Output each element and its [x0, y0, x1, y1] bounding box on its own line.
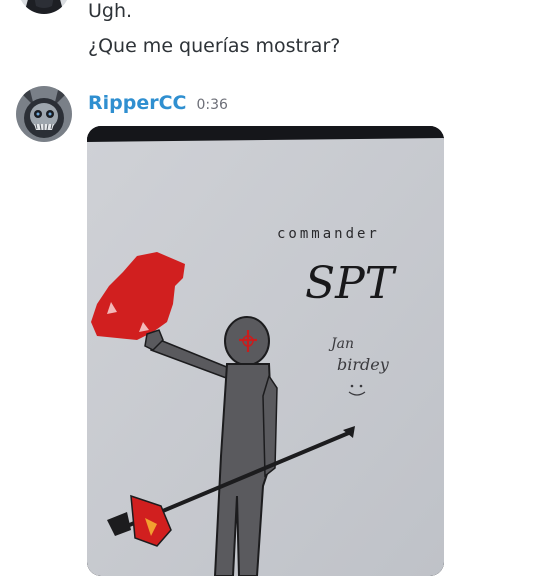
avatar[interactable]	[16, 86, 72, 142]
message-text: Ugh.	[88, 0, 133, 22]
image-attachment[interactable]: commander SPT Jan birdey	[87, 126, 444, 576]
drawing-title-text: commander	[277, 226, 380, 242]
avatar-image	[16, 86, 72, 142]
drawing-name-text: SPT	[305, 258, 398, 309]
username[interactable]: RipperCC	[88, 92, 187, 114]
message-text: ¿Que me querías mostrar?	[88, 35, 341, 57]
drawing-note-text: birdey	[337, 355, 390, 374]
message-header: RipperCC 0:36	[88, 92, 228, 114]
avatar-image	[18, 0, 70, 14]
avatar[interactable]	[18, 0, 70, 14]
timestamp[interactable]: 0:36	[197, 97, 228, 113]
drawing-note-text: Jan	[328, 336, 354, 352]
attachment-photo: commander SPT Jan birdey	[87, 126, 444, 576]
